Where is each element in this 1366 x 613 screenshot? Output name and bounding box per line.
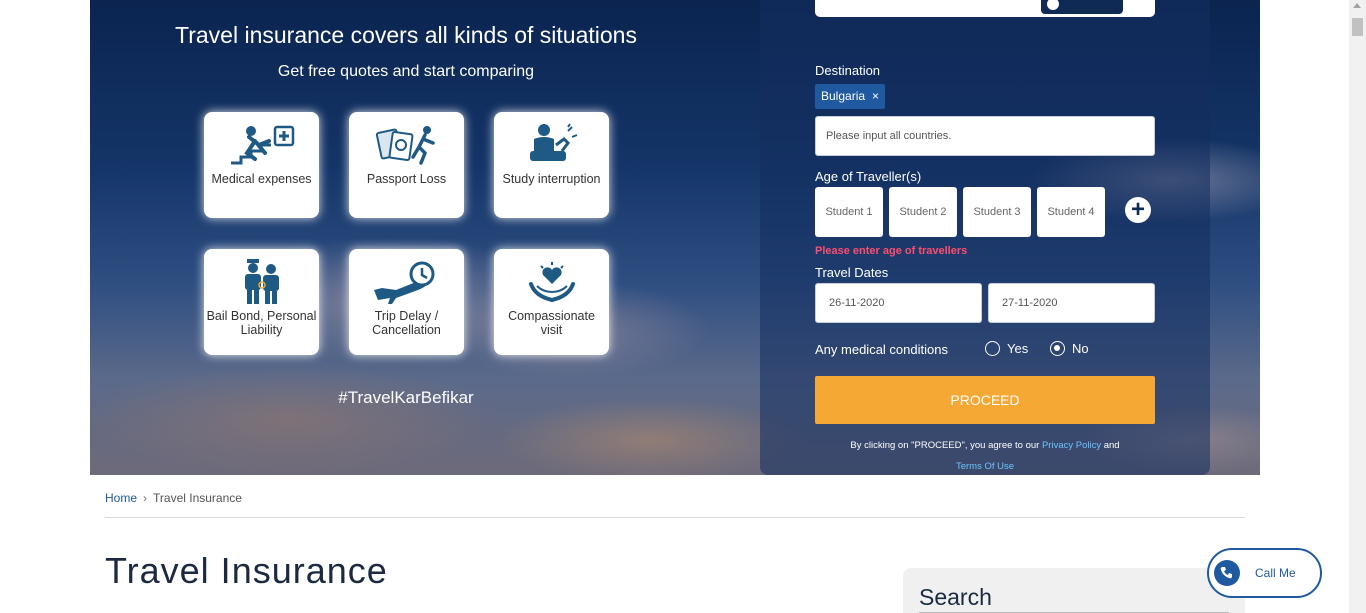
tile-label: Compassionate visit bbox=[508, 309, 595, 337]
traveller-type-tabs[interactable] bbox=[815, 0, 1155, 17]
age-error: Please enter age of travellers bbox=[815, 245, 968, 257]
search-title: Search bbox=[919, 584, 992, 610]
traveller-age-4[interactable]: Student 4 bbox=[1037, 187, 1105, 237]
start-date-input[interactable]: 26-11-2020 bbox=[815, 283, 982, 323]
scroll-up-icon[interactable] bbox=[1353, 3, 1361, 8]
hero-title: Travel insurance covers all kinds of sit… bbox=[175, 22, 637, 48]
add-traveller-button[interactable]: + bbox=[1125, 197, 1151, 223]
breadcrumb-separator-icon: › bbox=[143, 491, 148, 505]
bail-bond-icon bbox=[237, 259, 287, 305]
traveller-age-2[interactable]: Student 2 bbox=[889, 187, 957, 237]
tab-radio-icon bbox=[1047, 0, 1059, 10]
agree-prefix: By clicking on "PROCEED", you agree to o… bbox=[850, 440, 1040, 451]
passport-loss-icon bbox=[375, 122, 439, 168]
tile-label: Passport Loss bbox=[366, 172, 447, 186]
proceed-button[interactable]: PROCEED bbox=[815, 376, 1155, 424]
study-interruption-icon bbox=[524, 122, 580, 168]
terms-line: Terms Of Use bbox=[815, 461, 1155, 472]
tile-label: Medical expenses bbox=[211, 172, 312, 186]
tile-passport-loss[interactable]: Passport Loss bbox=[349, 112, 464, 218]
end-date-input[interactable]: 27-11-2020 bbox=[988, 283, 1155, 323]
destination-label: Destination bbox=[815, 63, 881, 78]
agree-and: and bbox=[1103, 440, 1120, 451]
tile-trip-delay[interactable]: Trip Delay / Cancellation bbox=[349, 249, 464, 355]
medical-yes-radio[interactable] bbox=[985, 341, 1000, 356]
scrollbar-thumb[interactable] bbox=[1352, 18, 1363, 36]
tab-student[interactable] bbox=[1041, 0, 1123, 14]
call-me-label: Call Me bbox=[1255, 566, 1296, 580]
plane-clock-icon bbox=[370, 259, 444, 305]
tile-medical-expenses[interactable]: Medical expenses bbox=[204, 112, 319, 218]
traveller-age-1[interactable]: Student 1 bbox=[815, 187, 883, 237]
breadcrumb-home[interactable]: Home bbox=[105, 491, 137, 505]
medical-no-label: No bbox=[1072, 341, 1089, 356]
medical-yes-label: Yes bbox=[1007, 341, 1029, 356]
page-scrollbar[interactable] bbox=[1349, 0, 1366, 613]
medical-fall-icon bbox=[225, 122, 299, 168]
traveller-age-3[interactable]: Student 3 bbox=[963, 187, 1031, 237]
age-label: Age of Traveller(s) bbox=[815, 169, 922, 184]
sidebar-search: Search bbox=[903, 568, 1245, 613]
tile-bail-bond[interactable]: Bail Bond, Personal Liability bbox=[204, 249, 319, 355]
tile-label: Bail Bond, Personal Liability bbox=[206, 309, 317, 337]
tile-label: Trip Delay / Cancellation bbox=[372, 309, 441, 337]
countries-input[interactable]: Please input all countries. bbox=[815, 116, 1155, 156]
phone-icon bbox=[1214, 560, 1240, 586]
chip-label: Bulgaria bbox=[821, 89, 866, 103]
hero-subtitle: Get free quotes and start comparing bbox=[277, 63, 535, 80]
breadcrumb-current: Travel Insurance bbox=[153, 491, 242, 505]
quote-form: Destination Bulgaria × Please input all c… bbox=[760, 0, 1210, 475]
page-title: Travel Insurance bbox=[105, 550, 388, 591]
medical-conditions-label: Any medical conditions bbox=[815, 342, 948, 357]
hero-banner: Travel insurance covers all kinds of sit… bbox=[90, 0, 1260, 475]
heart-hands-icon bbox=[527, 259, 577, 305]
tile-study-interruption[interactable]: Study interruption bbox=[494, 112, 609, 218]
chip-remove-icon[interactable]: × bbox=[872, 89, 879, 103]
privacy-policy-link[interactable]: Privacy Policy bbox=[1042, 440, 1101, 451]
travel-dates-label: Travel Dates bbox=[815, 265, 889, 280]
tile-label: Study interruption bbox=[502, 172, 601, 186]
call-me-button[interactable]: Call Me bbox=[1207, 548, 1322, 598]
breadcrumb: Home › Travel Insurance bbox=[105, 491, 242, 505]
terms-link[interactable]: Terms Of Use bbox=[956, 461, 1014, 472]
agree-text: By clicking on "PROCEED", you agree to o… bbox=[815, 440, 1155, 451]
medical-no-radio[interactable] bbox=[1050, 341, 1065, 356]
divider bbox=[105, 517, 1245, 518]
destination-chip: Bulgaria × bbox=[815, 84, 886, 109]
tile-compassionate-visit[interactable]: Compassionate visit bbox=[494, 249, 609, 355]
hashtag: #TravelKarBefikar bbox=[338, 388, 474, 407]
